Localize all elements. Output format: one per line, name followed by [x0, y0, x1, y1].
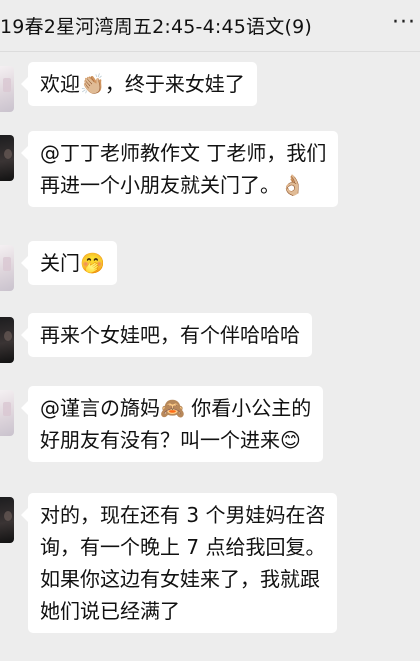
message-text: 好朋友有没有？叫一个进来😊: [40, 428, 301, 452]
message-text: @丁丁老师教作文 丁老师，我们: [40, 141, 327, 165]
message-text: 对的，现在还有 3 个男娃妈在咨: [40, 503, 326, 527]
message-text: 询，有一个晚上 7 点给我回复。: [40, 535, 326, 559]
message-text: 如果你这边有女娃来了，我就跟: [40, 567, 320, 591]
message-bubble[interactable]: 对的，现在还有 3 个男娃妈在咨 询，有一个晚上 7 点给我回复。 如果你这边有…: [20, 493, 338, 633]
avatar[interactable]: [0, 66, 14, 112]
message-bubble[interactable]: 欢迎👏🏼，终于来女娃了: [21, 62, 257, 106]
message-bubble[interactable]: 再来个女娃吧，有个伴哈哈哈: [21, 313, 312, 357]
message-text: 欢迎👏🏼，终于来女娃了: [40, 72, 245, 96]
message-text: 再来个女娃吧，有个伴哈哈哈: [40, 323, 300, 347]
message-bubble[interactable]: @谨言の旖妈🙈 你看小公主的 好朋友有没有？叫一个进来😊: [20, 386, 324, 462]
more-options-icon[interactable]: ···: [392, 10, 416, 35]
avatar[interactable]: [0, 245, 14, 291]
message-text: @谨言の旖妈🙈 你看小公主的: [40, 396, 312, 420]
message-text: 她们说已经满了: [40, 599, 180, 623]
message-text: 关门🤭: [40, 251, 105, 275]
avatar[interactable]: [0, 135, 14, 181]
chat-title: 19春2星河湾周五2:45-4:45语文(9): [0, 16, 312, 38]
message-bubble[interactable]: 关门🤭: [21, 241, 117, 285]
avatar[interactable]: [0, 390, 14, 436]
chat-header: 19春2星河湾周五2:45-4:45语文(9) ···: [0, 0, 420, 52]
message-text: 再进一个小朋友就关门了。👌🏼: [40, 173, 305, 197]
message-bubble[interactable]: @丁丁老师教作文 丁老师，我们 再进一个小朋友就关门了。👌🏼: [20, 131, 339, 207]
avatar[interactable]: [0, 497, 14, 543]
avatar[interactable]: [0, 317, 14, 363]
